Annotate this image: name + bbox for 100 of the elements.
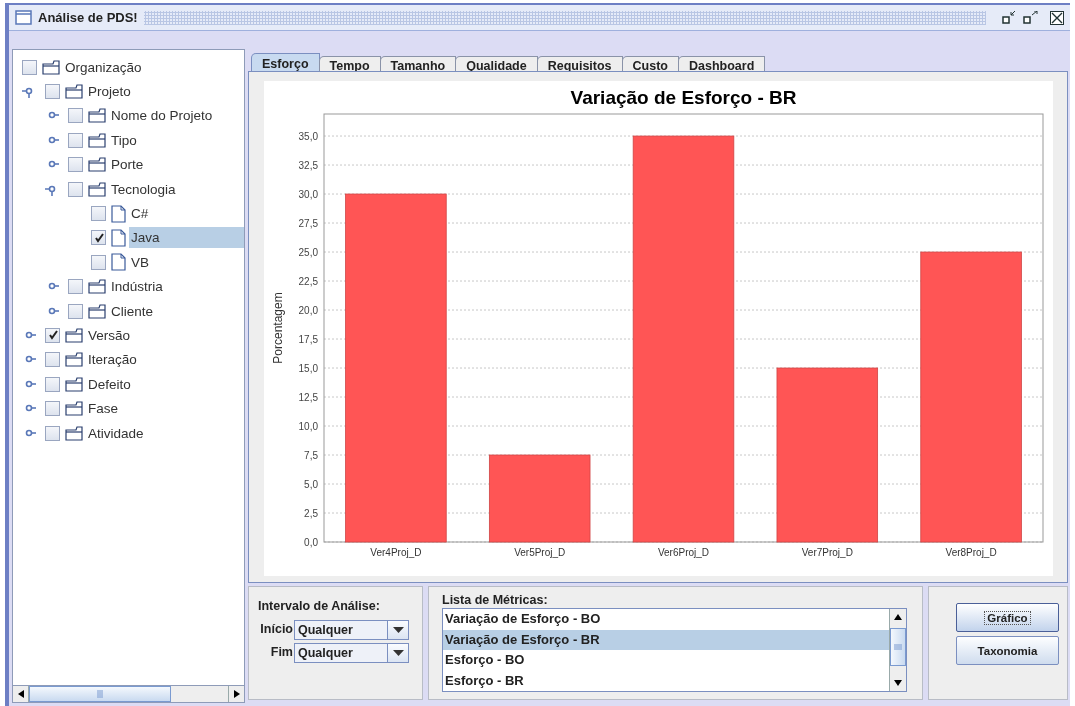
- dropdown[interactable]: Qualquer: [294, 620, 409, 640]
- folder-icon: [88, 108, 106, 124]
- tree-checkbox[interactable]: [68, 157, 83, 173]
- tree-checkbox[interactable]: [91, 206, 106, 222]
- tree-item[interactable]: Organização: [63, 56, 244, 78]
- folder-icon: [65, 425, 83, 441]
- document-icon: [111, 204, 126, 223]
- tree-item[interactable]: Fase: [86, 398, 244, 420]
- x-tick-label: Ver8Proj_D: [945, 547, 997, 558]
- action-button[interactable]: Gráfico: [956, 603, 1059, 632]
- tree-checkbox[interactable]: [45, 84, 60, 100]
- y-tick-label: 22,5: [298, 276, 318, 287]
- folder-icon: [88, 303, 106, 319]
- tree-item[interactable]: VB: [129, 251, 244, 273]
- tree-checkbox[interactable]: [45, 401, 60, 417]
- tree-item[interactable]: Projeto: [86, 81, 244, 103]
- tree-item[interactable]: Defeito: [86, 373, 244, 395]
- x-tick-label: Ver7Proj_D: [801, 547, 853, 558]
- document-icon: [111, 253, 126, 272]
- tree-item[interactable]: Cliente: [109, 300, 244, 322]
- y-tick-label: 12,5: [298, 392, 318, 403]
- y-tick-label: 35,0: [298, 131, 318, 143]
- tree-item[interactable]: Porte: [109, 154, 244, 176]
- list-item[interactable]: Esforço - BO: [443, 650, 889, 671]
- y-tick-label: 2,5: [304, 508, 318, 519]
- folder-icon: [88, 181, 106, 197]
- tree-checkbox[interactable]: [45, 376, 60, 392]
- tree-item[interactable]: Versão: [86, 325, 244, 346]
- y-tick-label: 25,0: [298, 247, 318, 259]
- tab[interactable]: Esforço: [251, 53, 320, 71]
- window-title: Análise de PDS!: [38, 10, 138, 25]
- tree-item[interactable]: Iteração: [86, 349, 244, 371]
- close-button[interactable]: [1050, 10, 1064, 25]
- tree-item[interactable]: Atividade: [86, 422, 244, 444]
- list-item[interactable]: Esforço - BR: [443, 670, 889, 691]
- action-button[interactable]: Taxonomia: [956, 636, 1059, 665]
- tree-checkbox[interactable]: [45, 328, 60, 343]
- x-tick-label: Ver6Proj_D: [657, 547, 710, 558]
- y-tick-label: 5,0: [304, 479, 318, 490]
- tree-item[interactable]: Tipo: [109, 129, 244, 151]
- x-tick-label: Ver4Proj_D: [370, 547, 422, 558]
- folder-icon: [65, 401, 83, 417]
- y-tick-label: 15,0: [298, 363, 318, 374]
- tree-checkbox[interactable]: [45, 425, 60, 441]
- arrow-up-icon: [894, 614, 902, 620]
- tree-item[interactable]: Tecnologia: [109, 178, 244, 200]
- tree-checkbox[interactable]: [68, 303, 83, 319]
- section-title: Intervalo de Análise:: [258, 599, 381, 613]
- dropdown-arrow-icon: [392, 650, 404, 656]
- folder-icon: [65, 328, 83, 343]
- window-icon: [15, 10, 32, 25]
- scrollbar-thumb[interactable]: [890, 628, 906, 666]
- scrollbar-thumb[interactable]: [29, 686, 171, 702]
- y-tick-label: 20,0: [298, 305, 318, 316]
- tab[interactable]: Requisitos: [536, 56, 623, 71]
- y-tick-label: 0,0: [304, 537, 318, 548]
- chart-title: Variação de Esforço - BR: [570, 87, 797, 108]
- tree-checkbox[interactable]: [68, 279, 83, 295]
- tree-checkbox[interactable]: [22, 59, 37, 75]
- tab[interactable]: Tamanho: [379, 56, 457, 71]
- y-tick-label: 7,5: [304, 450, 318, 461]
- arrow-down-icon: [894, 680, 902, 686]
- y-tick-label: 17,5: [298, 334, 318, 345]
- y-axis-label: Porcentagem: [271, 292, 285, 364]
- maximize-button[interactable]: [1023, 11, 1038, 24]
- folder-icon: [65, 84, 83, 100]
- tab[interactable]: Dashboard: [678, 56, 766, 71]
- tree-item[interactable]: Indústria: [109, 276, 244, 298]
- tab[interactable]: Custo: [621, 56, 679, 71]
- tree-checkbox[interactable]: [45, 352, 60, 368]
- document-icon: [111, 228, 126, 247]
- tree-checkbox[interactable]: [68, 108, 83, 124]
- tree-item[interactable]: C#: [129, 203, 244, 225]
- tree-checkbox[interactable]: [68, 181, 83, 197]
- tab[interactable]: Tempo: [318, 56, 381, 71]
- folder-icon: [88, 279, 106, 295]
- folder-icon: [42, 59, 60, 75]
- tree-checkbox[interactable]: [91, 254, 106, 270]
- y-tick-label: 27,5: [298, 218, 318, 230]
- y-tick-label: 10,0: [298, 421, 318, 432]
- x-tick-label: Ver5Proj_D: [514, 547, 566, 558]
- tree-item[interactable]: Java: [129, 227, 244, 249]
- section-title: Lista de Métricas:: [442, 593, 549, 607]
- folder-icon: [88, 157, 106, 173]
- dropdown[interactable]: Qualquer: [294, 643, 409, 663]
- tree-checkbox[interactable]: [91, 230, 106, 246]
- tree-checkbox[interactable]: [68, 132, 83, 148]
- list-item[interactable]: Variação de Esforço - BR: [443, 629, 889, 650]
- list-item[interactable]: Variação de Esforço - BO: [443, 609, 889, 630]
- folder-icon: [88, 132, 106, 148]
- restore-button[interactable]: [1002, 11, 1017, 24]
- tab[interactable]: Qualidade: [455, 56, 538, 71]
- field-label: Início: [259, 622, 293, 636]
- folder-icon: [65, 352, 83, 368]
- y-tick-label: 30,0: [298, 189, 318, 201]
- field-label: Fim: [269, 645, 293, 659]
- arrow-left-icon: [17, 690, 24, 698]
- folder-icon: [65, 376, 83, 392]
- tree-item[interactable]: Nome do Projeto: [109, 105, 244, 127]
- dropdown-arrow-icon: [392, 627, 404, 633]
